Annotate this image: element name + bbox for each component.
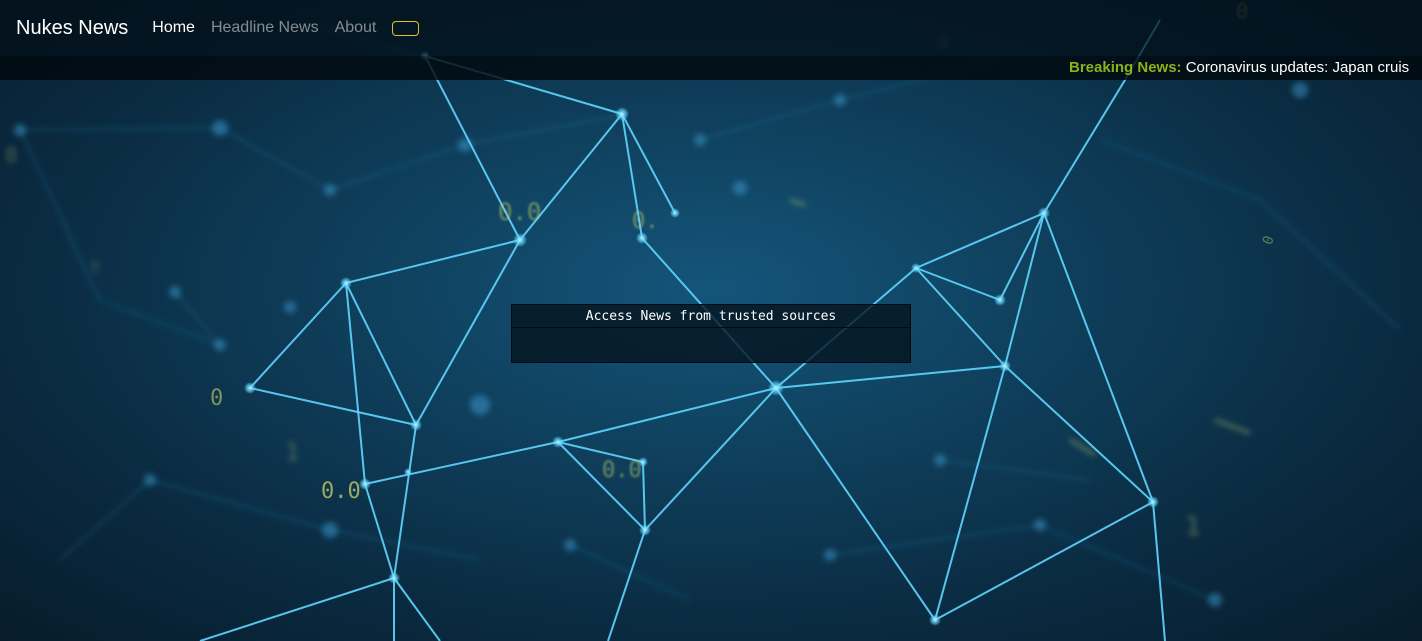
bg-digit: 1 xyxy=(285,438,299,466)
bg-digit: 0. xyxy=(632,209,659,234)
nav-link-headline-news[interactable]: Headline News xyxy=(211,19,319,37)
bg-digit: 1 xyxy=(1185,512,1201,542)
ticker-label: Breaking News: xyxy=(1069,59,1182,76)
bg-digit: 0 xyxy=(90,257,100,276)
bg-digit: 0.0 xyxy=(321,479,361,504)
ticker-content: Breaking News: Coronavirus updates: Japa… xyxy=(1069,59,1409,76)
brand-logo[interactable]: Nukes News xyxy=(16,17,128,40)
navbar-toggle-button[interactable] xyxy=(392,21,420,36)
bg-digit: 0 xyxy=(5,143,17,167)
bg-digit: 0.0 xyxy=(602,458,642,483)
top-navbar: Nukes News Home Headline News About xyxy=(0,0,1422,56)
ticker-headline[interactable]: Coronavirus updates: Japan cruis xyxy=(1186,59,1409,76)
bg-digit: 0 xyxy=(1260,234,1278,247)
news-panel: Access News from trusted sources xyxy=(511,304,911,363)
page: 0.0 0. 0 0.0 0.0 1 0 0 1 0 0 0 Nukes New… xyxy=(0,0,1422,641)
panel-heading: Access News from trusted sources xyxy=(512,305,910,328)
nav-link-home[interactable]: Home xyxy=(152,19,195,37)
bg-digit: 0.0 xyxy=(498,198,541,226)
nav-link-about[interactable]: About xyxy=(335,19,377,37)
bg-digit: 0 xyxy=(210,386,223,411)
breaking-news-ticker: Breaking News: Coronavirus updates: Japa… xyxy=(0,56,1422,80)
